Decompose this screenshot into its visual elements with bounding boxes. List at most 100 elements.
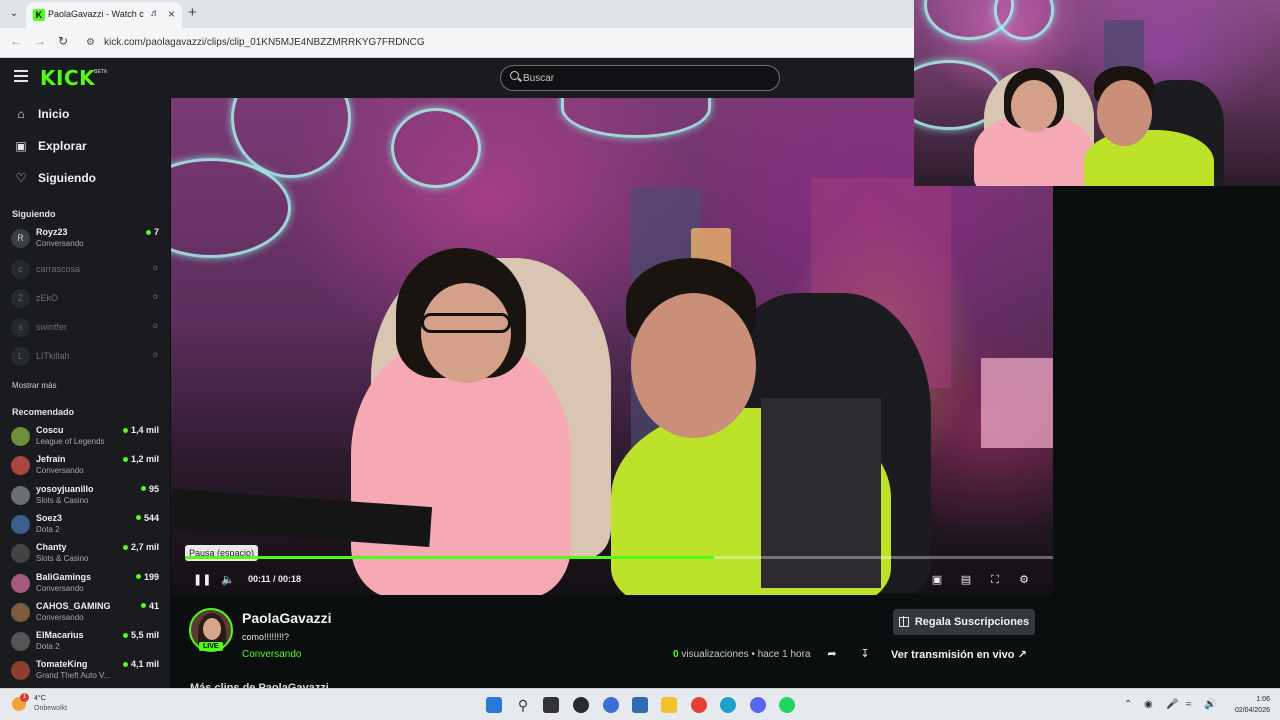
- browser-tab[interactable]: K PaolaGavazzi - Watch clips ♬ ×: [26, 2, 182, 28]
- channel-category: Slots & Casino: [36, 554, 89, 564]
- channel-item[interactable]: L LITkillah ⚪: [11, 344, 161, 370]
- speaker-icon[interactable]: ♬: [150, 8, 160, 19]
- site-info-icon[interactable]: ⚙: [86, 37, 95, 48]
- heart-icon: ♡: [15, 171, 27, 185]
- windows-start-icon[interactable]: [486, 697, 502, 713]
- channel-item[interactable]: Soez3 Dota 2 544: [11, 512, 161, 538]
- progress-bar[interactable]: [185, 556, 1053, 559]
- search-icon: [510, 71, 519, 80]
- share-icon[interactable]: ➦: [825, 647, 839, 661]
- weather-widget[interactable]: 1 4°C Onbewolkt: [12, 693, 72, 719]
- channel-name: BaliGamings: [36, 571, 92, 582]
- edge-icon[interactable]: [720, 697, 736, 713]
- tab-close-icon[interactable]: ×: [168, 7, 175, 21]
- live-badge: LIVE: [199, 642, 223, 651]
- channel-category: Slots & Casino: [36, 495, 89, 505]
- windows-taskbar: 1 4°C Onbewolkt ⚲ ⌃ ◉ 🎤 ≈ 🔊 1:06 02/04/2…: [0, 688, 1280, 720]
- offline-icon: ⚪: [151, 292, 159, 302]
- fullscreen-icon[interactable]: ⛶: [987, 572, 1003, 588]
- gift-subscriptions-button[interactable]: Regala Suscripciones: [893, 609, 1035, 635]
- volume-tray-icon[interactable]: 🔊: [1204, 699, 1216, 710]
- kick-logo[interactable]: KICK: [40, 66, 95, 90]
- shelf-decor: [981, 358, 1053, 448]
- channel-name: TomateKing: [36, 659, 88, 670]
- sidebar-item-explorar[interactable]: ▣ Explorar: [14, 136, 86, 156]
- clock-date: 02/04/2026: [1234, 707, 1270, 714]
- channel-item[interactable]: ElMacarius Dota 2 5,5 mil: [11, 629, 161, 655]
- sidebar-item-siguiendo[interactable]: ♡ Siguiendo: [14, 168, 96, 188]
- sidebar-item-inicio[interactable]: ⌂ Inicio: [14, 104, 69, 124]
- back-icon[interactable]: ←: [10, 34, 22, 48]
- file-explorer-icon[interactable]: [661, 697, 677, 713]
- channel-category: Conversando: [36, 583, 84, 593]
- chrome-icon[interactable]: [691, 697, 707, 713]
- viewer-count: 4,1 mil: [122, 659, 159, 669]
- channel-item[interactable]: Chanty Slots & Casino 2,7 mil: [11, 541, 161, 567]
- channel-item[interactable]: yosoyjuanillo Slots & Casino 95: [11, 483, 161, 509]
- notification-badge: 1: [20, 693, 29, 702]
- settings-icon[interactable]: ⚙: [1016, 572, 1032, 588]
- channel-item[interactable]: s swintfer ⚪: [11, 315, 161, 341]
- person-decor: [631, 293, 756, 438]
- channel-category: League of Legends: [36, 437, 105, 446]
- avatar: [11, 602, 30, 622]
- views-label: visualizaciones: [681, 649, 749, 660]
- tray-app-icon[interactable]: ◉: [1144, 699, 1153, 710]
- watch-live-link[interactable]: Ver transmisión en vivo ↗: [891, 648, 1027, 661]
- viewer-count-value: 1,4 mil: [130, 425, 159, 435]
- search-box[interactable]: [500, 65, 780, 91]
- neon-light-decor: [994, 0, 1054, 40]
- channel-item[interactable]: Jefrain Conversando 1,2 mil: [11, 453, 161, 479]
- url-field[interactable]: kick.com/paolagavazzi/clips/clip_01KN5MJ…: [104, 37, 425, 48]
- avatar: L: [11, 347, 30, 366]
- tab-list-chevron-icon[interactable]: ⌄: [6, 6, 22, 22]
- tray-overflow-icon[interactable]: ⌃: [1124, 699, 1132, 710]
- viewer-count-value: 544: [143, 512, 159, 523]
- wifi-icon[interactable]: ≈: [1186, 699, 1192, 710]
- beta-badge: BETA: [94, 69, 108, 75]
- channel-name: zEkO: [36, 293, 59, 303]
- streamer-name[interactable]: PaolaGavazzi: [242, 610, 332, 626]
- github-icon[interactable]: [573, 697, 589, 713]
- pause-icon[interactable]: ❚❚: [193, 572, 211, 588]
- system-clock[interactable]: 1:06 02/04/2026: [1226, 694, 1270, 716]
- volume-icon[interactable]: 🔈: [220, 572, 236, 588]
- following-section-title: Siguiendo: [12, 209, 56, 219]
- app-icon[interactable]: [603, 697, 619, 713]
- search-input[interactable]: [523, 71, 763, 86]
- clock-time: 1:06: [1256, 696, 1270, 703]
- viewer-count-value: 95: [148, 483, 159, 494]
- microphone-icon[interactable]: 🎤: [1166, 699, 1178, 710]
- task-view-icon[interactable]: [543, 697, 559, 713]
- show-more-link[interactable]: Mostrar más: [12, 381, 56, 390]
- download-icon[interactable]: ↧: [858, 647, 872, 661]
- channel-item[interactable]: TomateKing Grand Theft Auto V... 4,1 mil: [11, 658, 161, 684]
- search-taskbar-icon[interactable]: ⚲: [515, 697, 531, 713]
- avatar: R: [11, 229, 30, 248]
- menu-icon[interactable]: [14, 70, 28, 82]
- channel-item[interactable]: CAHOS_GAMING Conversando 41: [11, 600, 161, 626]
- clip-meta: 0 visualizaciones • hace 1 hora: [673, 649, 811, 660]
- new-tab-icon[interactable]: +: [188, 4, 197, 21]
- channel-item[interactable]: R Royz23 Conversando 7: [11, 226, 161, 252]
- miniplayer-icon[interactable]: ▣: [929, 572, 945, 588]
- channel-item[interactable]: Coscu League of Legends 1,4 mil: [11, 424, 161, 450]
- discord-icon[interactable]: [750, 697, 766, 713]
- spotify-icon[interactable]: [779, 697, 795, 713]
- reload-icon[interactable]: ↻: [58, 34, 68, 48]
- compass-icon: ▣: [15, 139, 27, 153]
- channel-item[interactable]: Z zEkO ⚪: [11, 286, 161, 312]
- channel-category: Dota 2: [36, 524, 60, 534]
- live-dot-icon: [122, 427, 128, 433]
- forward-icon[interactable]: →: [34, 34, 46, 48]
- time-display: 00:11 / 00:18: [248, 574, 302, 584]
- channel-item[interactable]: c carrascosa ⚪: [11, 257, 161, 283]
- channel-name: CAHOS_GAMING: [36, 600, 111, 611]
- theater-mode-icon[interactable]: ▤: [958, 572, 974, 588]
- viewer-count: 95: [140, 483, 159, 494]
- live-dot-icon: [145, 229, 151, 235]
- live-dot-icon: [135, 574, 141, 579]
- channel-item[interactable]: BaliGamings Conversando 199: [11, 571, 161, 597]
- store-icon[interactable]: [632, 697, 648, 713]
- clip-category[interactable]: Conversando: [242, 649, 301, 660]
